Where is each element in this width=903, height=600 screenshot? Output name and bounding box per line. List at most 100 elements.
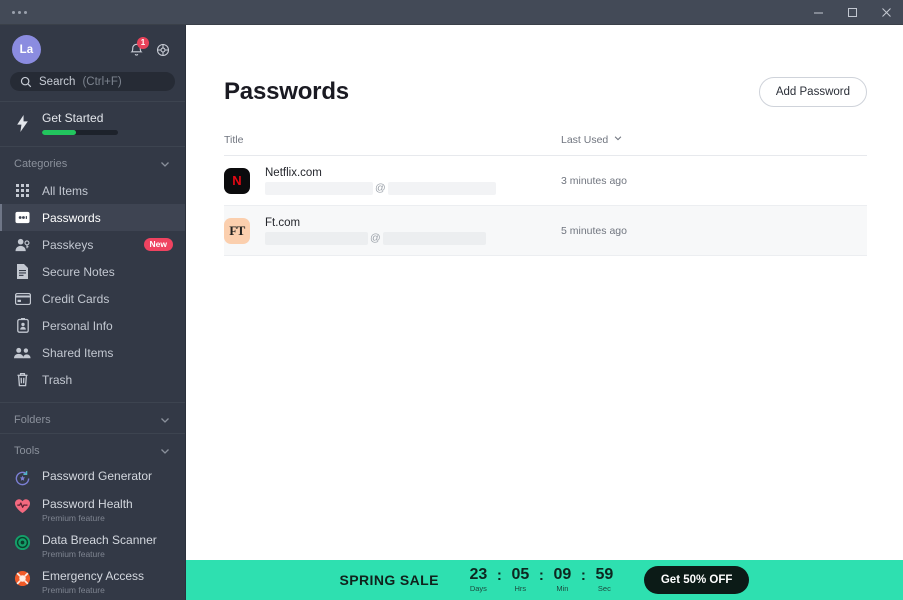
sidebar-item-label: Personal Info xyxy=(42,318,113,333)
countdown-value: 05 xyxy=(511,565,530,583)
countdown-timer: 23 Days : 05 Hrs : 09 Min : 59 Sec xyxy=(465,565,618,594)
sidebar-item-label: Passkeys xyxy=(42,237,94,252)
countdown-label: Hrs xyxy=(514,584,527,594)
entry-last-used: 3 minutes ago xyxy=(561,174,627,187)
gear-icon[interactable] xyxy=(155,42,171,58)
tool-label: Data Breach Scanner xyxy=(42,533,157,547)
tool-sublabel: Premium feature xyxy=(42,513,105,523)
at-symbol: @ xyxy=(375,182,386,194)
page-header: Passwords Add Password xyxy=(224,77,867,107)
countdown-unit-sec: 59 Sec xyxy=(591,565,618,594)
sidebar-item-shared-items[interactable]: Shared Items xyxy=(0,339,185,366)
sidebar-top-bar: La 1 xyxy=(0,25,185,72)
sidebar: La 1 Search (Ctrl+F) Get Started Categor… xyxy=(0,25,186,600)
minimize-button[interactable] xyxy=(801,0,835,24)
sidebar-item-label: Credit Cards xyxy=(42,291,110,306)
sidebar-item-emergency-access[interactable]: Emergency Access Premium feature xyxy=(0,564,185,600)
id-card-icon xyxy=(14,318,31,333)
person-key-icon xyxy=(14,238,31,252)
sidebar-item-label: Passwords xyxy=(42,210,101,225)
ft-favicon: FT xyxy=(224,217,250,244)
countdown-separator: : xyxy=(580,566,586,584)
sidebar-item-all-items[interactable]: All Items xyxy=(0,177,185,204)
search-input[interactable]: Search (Ctrl+F) xyxy=(10,72,175,91)
sidebar-top-icons: 1 xyxy=(129,37,173,58)
categories-label: Categories xyxy=(14,158,68,170)
folders-label: Folders xyxy=(14,414,51,426)
table-row[interactable]: FT Ft.com @ 5 minutes ago xyxy=(224,206,867,256)
sidebar-item-passkeys[interactable]: Passkeys New xyxy=(0,231,185,258)
sidebar-item-password-generator[interactable]: Password Generator xyxy=(0,464,185,492)
card-key-icon xyxy=(14,211,31,224)
lifebuoy-icon xyxy=(13,570,32,587)
folders-section-header[interactable]: Folders xyxy=(0,402,185,433)
sidebar-item-credit-cards[interactable]: Credit Cards xyxy=(0,285,185,312)
heart-pulse-icon xyxy=(13,498,32,514)
main-content: Passwords Add Password Title Last Used N xyxy=(186,25,903,600)
close-button[interactable] xyxy=(869,0,903,24)
note-icon xyxy=(14,264,31,279)
sidebar-item-trash[interactable]: Trash xyxy=(0,366,185,393)
lightning-icon xyxy=(14,114,31,132)
avatar[interactable]: La xyxy=(12,35,41,64)
window-controls xyxy=(801,0,903,24)
get-discount-button[interactable]: Get 50% OFF xyxy=(643,566,750,594)
tool-label: Password Health xyxy=(42,497,133,511)
target-icon xyxy=(13,534,32,551)
countdown-label: Min xyxy=(556,584,569,594)
chevron-down-icon[interactable] xyxy=(159,445,171,457)
entry-username: @ xyxy=(265,181,561,195)
chevron-down-icon[interactable] xyxy=(159,414,171,426)
sidebar-item-label: Trash xyxy=(42,372,73,387)
countdown-separator: : xyxy=(496,566,502,584)
sidebar-item-password-health[interactable]: Password Health Premium feature xyxy=(0,492,185,528)
new-badge: New xyxy=(143,237,173,252)
search-label: Search xyxy=(39,75,76,88)
sidebar-item-label: Shared Items xyxy=(42,345,114,360)
tool-label: Password Generator xyxy=(42,469,153,483)
bell-icon[interactable]: 1 xyxy=(129,37,149,57)
countdown-value: 23 xyxy=(469,565,488,583)
maximize-button[interactable] xyxy=(835,0,869,24)
notification-badge: 1 xyxy=(137,37,149,49)
add-password-button[interactable]: Add Password xyxy=(758,77,867,107)
more-horizontal-icon[interactable] xyxy=(0,10,27,14)
entry-title: Netflix.com xyxy=(265,166,322,179)
countdown-separator: : xyxy=(538,566,544,584)
netflix-favicon: N xyxy=(224,167,250,194)
column-header-last-used[interactable]: Last Used xyxy=(561,133,867,146)
sidebar-item-passwords[interactable]: Passwords xyxy=(0,204,185,231)
trash-icon xyxy=(14,372,31,387)
sort-label: Last Used xyxy=(561,133,609,146)
chevron-down-icon[interactable] xyxy=(613,133,623,146)
chevron-down-icon[interactable] xyxy=(159,158,171,170)
entry-last-used: 5 minutes ago xyxy=(561,224,627,237)
get-started-progress xyxy=(42,130,118,135)
tools-list: Password Generator Password Health Premi… xyxy=(0,464,185,600)
countdown-unit-days: 23 Days xyxy=(465,565,492,594)
app-window: La 1 Search (Ctrl+F) Get Started Categor… xyxy=(0,0,903,600)
sidebar-item-personal-info[interactable]: Personal Info xyxy=(0,312,185,339)
countdown-value: 59 xyxy=(595,565,614,583)
credit-card-icon xyxy=(14,292,31,305)
get-started-item[interactable]: Get Started xyxy=(0,101,185,147)
sidebar-item-data-breach-scanner[interactable]: Data Breach Scanner Premium feature xyxy=(0,528,185,564)
tool-sublabel: Premium feature xyxy=(42,585,105,595)
sale-label: SPRING SALE xyxy=(339,572,439,588)
redacted-username-part xyxy=(265,181,373,195)
search-icon xyxy=(20,76,32,87)
categories-section-header[interactable]: Categories xyxy=(0,147,185,177)
sidebar-item-label: Secure Notes xyxy=(42,264,115,279)
sidebar-item-secure-notes[interactable]: Secure Notes xyxy=(0,258,185,285)
tool-sublabel: Premium feature xyxy=(42,549,105,559)
sidebar-item-label: All Items xyxy=(42,183,89,198)
get-started-progress-fill xyxy=(42,130,77,135)
redacted-username-part xyxy=(265,231,368,245)
countdown-label: Sec xyxy=(597,584,611,594)
row-details: Ft.com @ xyxy=(265,217,561,245)
redacted-domain-part xyxy=(387,181,496,195)
promo-banner: SPRING SALE 23 Days : 05 Hrs : 09 Min: … xyxy=(186,560,903,600)
table-row[interactable]: N Netflix.com @ 3 minutes ago xyxy=(224,156,867,206)
column-header-title: Title xyxy=(224,133,244,146)
tools-section-header[interactable]: Tools xyxy=(0,433,185,464)
